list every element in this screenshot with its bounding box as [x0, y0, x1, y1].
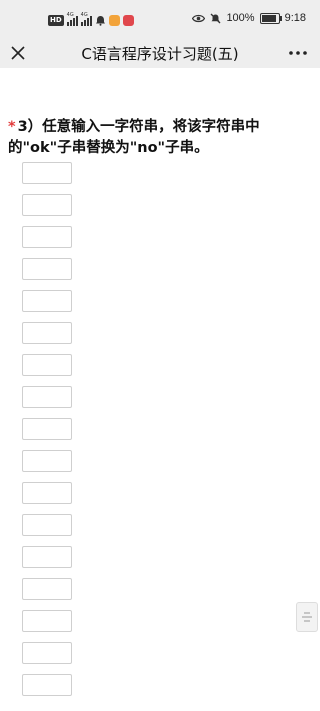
- hd-icon: HD: [48, 14, 64, 26]
- signal-icon: 4G: [66, 12, 78, 26]
- signal-tag-label: 4G: [66, 12, 74, 18]
- signal-icon: 4G: [80, 12, 92, 26]
- handle-lines-icon: [302, 612, 312, 622]
- answer-input[interactable]: [22, 354, 72, 376]
- battery-icon: [259, 12, 282, 24]
- mute-icon: [210, 13, 221, 23]
- app-icon-orange: [108, 14, 120, 26]
- app-icon-red: [122, 14, 134, 26]
- answer-list: [22, 162, 74, 706]
- answer-input[interactable]: [22, 418, 72, 440]
- answer-input[interactable]: [22, 194, 72, 216]
- notification-app-icon: [95, 15, 105, 26]
- nav-bar: C语言程序设计习题(五): [0, 38, 320, 68]
- answer-input[interactable]: [22, 258, 72, 280]
- answer-input[interactable]: [22, 610, 72, 632]
- side-drawer-handle[interactable]: [296, 602, 318, 632]
- question-text: 3）任意输入一字符串，将该字符串中的"ok"子串替换为"no"子串。: [8, 119, 260, 156]
- answer-input[interactable]: [22, 514, 72, 536]
- question-title: * 3）任意输入一字符串，将该字符串中的"ok"子串替换为"no"子串。: [8, 117, 304, 159]
- signal-tag-label: 4G: [80, 12, 88, 18]
- answer-input[interactable]: [22, 226, 72, 248]
- close-icon[interactable]: [7, 42, 29, 64]
- answer-input[interactable]: [22, 642, 72, 664]
- clock: 9:18: [284, 12, 306, 24]
- answer-input[interactable]: [22, 162, 72, 184]
- answer-input[interactable]: [22, 578, 72, 600]
- status-bar: HD 4G 4G 100% 9:18: [0, 0, 320, 38]
- answer-input[interactable]: [22, 290, 72, 312]
- status-left-icons: HD 4G 4G: [48, 12, 134, 27]
- answer-input[interactable]: [22, 322, 72, 344]
- status-right: 100% 9:18: [192, 12, 306, 24]
- page-title: C语言程序设计习题(五): [81, 45, 239, 63]
- answer-input[interactable]: [22, 386, 72, 408]
- required-mark: *: [8, 119, 16, 135]
- answer-input[interactable]: [22, 482, 72, 504]
- more-icon[interactable]: [286, 42, 310, 64]
- battery-percent: 100%: [226, 12, 255, 24]
- eye-icon: [192, 14, 206, 22]
- answer-input[interactable]: [22, 674, 72, 696]
- answer-input[interactable]: [22, 546, 72, 568]
- answer-input[interactable]: [22, 450, 72, 472]
